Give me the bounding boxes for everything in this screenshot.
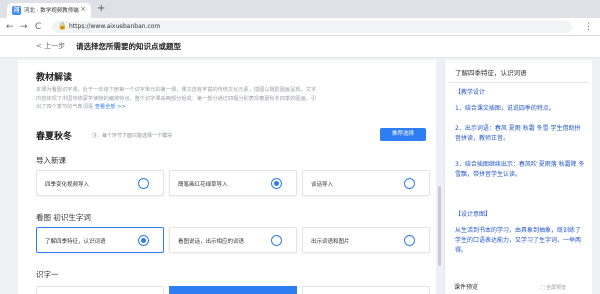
url-text[interactable]: https://www.aixuebanban.com <box>69 23 160 30</box>
lesson-title: 春夏秋冬 <box>36 132 73 142</box>
browser-menu-icon[interactable]: ⋮ <box>584 21 593 33</box>
fullscreen-button[interactable]: ⛶ 全屏预览 <box>541 284 566 291</box>
option-label: 四季变化视频导入 <box>45 182 90 188</box>
forward-arrow-icon[interactable]: → <box>20 21 28 33</box>
preview-sidebar: 了解四季特征，认识词语 【教学设计 1．结合课文插图，说说四季的特点。 2．出示… <box>444 60 592 294</box>
option-card-partial[interactable] <box>169 286 297 294</box>
teaching-design-heading: 【教学设计 <box>455 89 486 96</box>
option-label: 簡笔画红花绿草导入 <box>178 182 228 188</box>
lesson-hint: 注：每个环节下面只能选择一个模块 <box>92 133 173 139</box>
favicon-icon: 河 <box>12 6 21 15</box>
preview-title: 了解四季特征，认识词语 <box>455 69 527 77</box>
browser-titlebar: 河 河北 · 数学视频教师端 × + <box>0 0 600 18</box>
option-card[interactable]: 四季变化视频导入 <box>36 170 164 196</box>
back-button[interactable]: < 上一步 <box>36 41 65 51</box>
browser-toolbar: ← → C 🔒 https://www.aixuebanban.com ⋮ <box>0 18 600 36</box>
app-area: < 上一步 请选择您所需要的知识点或题型 教材解读 本课为看图识字课，处于一年级… <box>0 36 600 294</box>
option-card-partial[interactable] <box>302 286 430 294</box>
lock-icon: 🔒 <box>58 22 67 30</box>
step-1: 1．结合课文插图，说说四季的特点。 <box>455 105 555 112</box>
option-card[interactable]: 簡笔画红花绿草导入 <box>169 170 297 196</box>
page-header: < 上一步 请选择您所需要的知识点或题型 <box>0 36 600 58</box>
option-card[interactable]: 谈话导入 <box>302 170 430 196</box>
option-card[interactable]: 看图说话，出示相应的词语 <box>169 227 297 253</box>
page-title: 请选择您所需要的知识点或题型 <box>76 42 181 51</box>
radio-button-checked[interactable] <box>138 235 149 246</box>
tab-title: 河北 · 数学视频教师端 <box>24 8 79 14</box>
group-title-import: 导入新课 <box>36 156 66 165</box>
group-title-words: 看图 初识生字词 <box>36 213 91 222</box>
option-card-selected[interactable]: 了解四季特征，认识词语 <box>36 227 164 253</box>
group-title-literacy-1: 识字一 <box>36 270 59 279</box>
option-label: 谈话导入 <box>311 182 334 188</box>
design-intent-body: 从生活到书本的学习，由具象到抽象，既训练了学生的口语表达能力，又学习了生字词，一… <box>455 227 582 254</box>
recommend-button[interactable]: 推荐选择 <box>380 128 426 141</box>
radio-button[interactable] <box>404 178 415 189</box>
divider <box>449 82 589 83</box>
step-2: 2．出示词语：春风 夏雨 秋霜 冬雪 学生借助拼音拼读，教师正音。 <box>455 125 581 142</box>
scrollbar[interactable] <box>438 186 441 266</box>
address-bar[interactable]: 🔒 https://www.aixuebanban.com <box>52 21 572 33</box>
radio-button[interactable] <box>138 178 149 189</box>
option-label: 了解四季特征，认识词语 <box>45 239 106 245</box>
reload-icon[interactable]: C <box>35 21 41 33</box>
step-3: 3．结合插图继续出示：春风吹 夏雨落 秋霜降 冬雪飘，带拼音学生认读。 <box>455 161 585 178</box>
option-card[interactable]: 出示词语和图片 <box>302 227 430 253</box>
view-all-link[interactable]: 查看全部 >> <box>95 104 126 110</box>
courseware-preview-label: 课件预览 <box>454 284 479 291</box>
section-title: 教材解读 <box>36 73 73 83</box>
main-panel: 教材解读 本课为看图识字课，处于一年级下册第一个识字单元的第一课，课文选有丰富的… <box>18 60 436 294</box>
back-arrow-icon[interactable]: ← <box>6 21 14 33</box>
option-label: 看图说话，出示相应的词语 <box>178 239 245 245</box>
radio-button-checked[interactable] <box>271 178 282 189</box>
intro-body: 本课为看图识字课，处于一年级下册第一个识字单元的第一课，课文选有丰富的传统文化元… <box>36 87 317 110</box>
option-label: 出示词语和图片 <box>311 239 350 245</box>
radio-button[interactable] <box>404 235 415 246</box>
close-icon[interactable]: × <box>80 5 86 13</box>
option-card-partial[interactable] <box>36 286 164 294</box>
radio-button[interactable] <box>271 235 282 246</box>
intro-text: 本课为看图识字课，处于一年级下册第一个识字单元的第一课，课文选有丰富的传统文化元… <box>36 86 318 112</box>
design-intent-heading: 【设计意图】 <box>455 211 492 218</box>
new-tab-button[interactable]: + <box>97 3 105 15</box>
browser-tab[interactable]: 河 河北 · 数学视频教师端 × <box>7 3 91 18</box>
